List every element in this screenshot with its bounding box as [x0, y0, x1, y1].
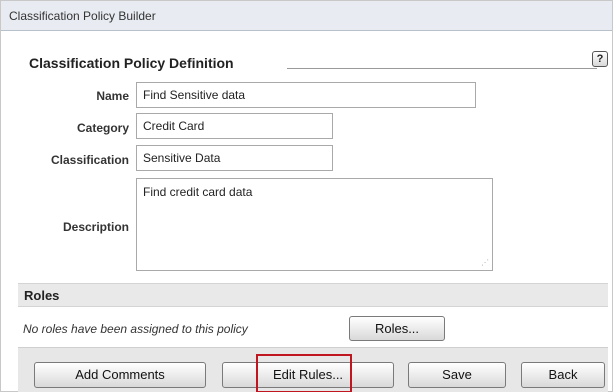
description-textarea[interactable]: Find credit card data ⋰ [136, 178, 493, 271]
window-title: Classification Policy Builder [9, 9, 156, 23]
definition-section-header: Classification Policy Definition [29, 55, 234, 71]
resize-grip-icon[interactable]: ⋰ [481, 258, 489, 267]
add-comments-button[interactable]: Add Comments [34, 362, 206, 388]
classification-field[interactable]: Sensitive Data [136, 145, 333, 171]
description-label: Description [62, 220, 129, 234]
description-text: Find credit card data [143, 185, 253, 199]
section-divider [287, 68, 597, 69]
roles-section-title: Roles [24, 288, 60, 303]
title-bar: Classification Policy Builder [1, 1, 612, 31]
roles-section-bar: Roles [18, 283, 608, 307]
help-icon[interactable]: ? [592, 51, 608, 67]
edit-rules-highlight-box [256, 354, 352, 392]
name-field[interactable]: Find Sensitive data [136, 82, 476, 108]
roles-empty-note: No roles have been assigned to this poli… [23, 322, 248, 336]
category-field[interactable]: Credit Card [136, 113, 333, 139]
classification-policy-builder-window: Classification Policy Builder Classifica… [0, 0, 613, 392]
save-button[interactable]: Save [408, 362, 506, 388]
name-label: Name [96, 89, 129, 103]
classification-label: Classification [50, 153, 129, 167]
back-button[interactable]: Back [521, 362, 605, 388]
category-label: Category [76, 121, 129, 135]
roles-button[interactable]: Roles... [349, 316, 445, 341]
